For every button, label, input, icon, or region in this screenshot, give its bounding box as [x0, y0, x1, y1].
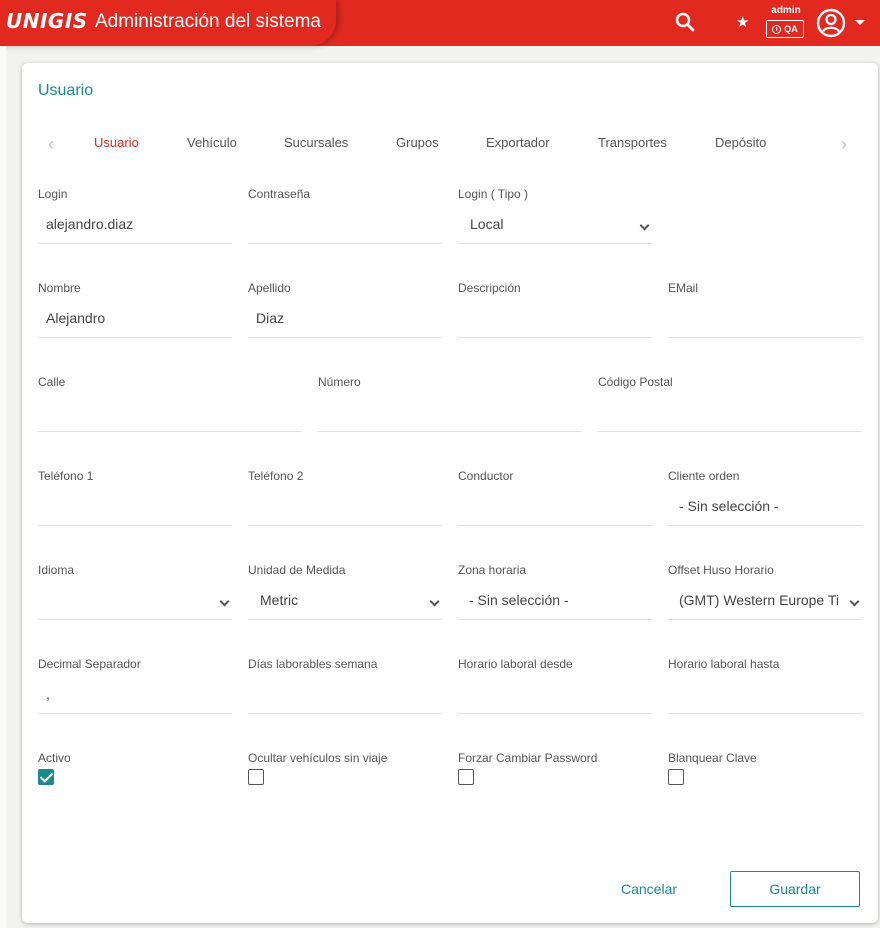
language-label: Idioma [38, 563, 75, 577]
phone2-label: Teléfono 2 [248, 469, 304, 483]
phone1-label: Teléfono 1 [38, 469, 94, 483]
app-title: Administración del sistema [95, 11, 321, 32]
tz-offset-value: (GMT) Western Europe Ti [679, 592, 839, 608]
tz-offset-select[interactable]: (GMT) Western Europe Ti [668, 584, 862, 620]
number-field[interactable] [318, 396, 582, 432]
reset-key-checkbox[interactable] [668, 769, 684, 785]
tab-transportes[interactable]: Transportes [598, 135, 667, 150]
search-icon[interactable] [674, 11, 696, 33]
save-button[interactable]: Guardar [730, 871, 860, 907]
description-field[interactable] [458, 302, 652, 338]
email-field[interactable] [668, 302, 862, 338]
info-icon: i [772, 24, 782, 34]
login-value: alejandro.diaz [46, 216, 134, 232]
login-field[interactable]: alejandro.diaz [38, 208, 232, 244]
timezone-value: - Sin selección - [469, 592, 569, 608]
description-label: Descripción [458, 281, 521, 295]
timezone-field[interactable]: - Sin selección - [458, 584, 652, 620]
cancel-button[interactable]: Cancelar [612, 872, 686, 906]
login-type-select[interactable]: Local [458, 208, 652, 244]
tabs-next-icon[interactable]: › [841, 134, 847, 155]
work-days-field[interactable] [248, 678, 442, 714]
top-bar: UNIGIS Administración del sistema ★ admi… [0, 0, 880, 46]
env-badge: i QA [766, 20, 804, 38]
tab-grupos[interactable]: Grupos [396, 135, 439, 150]
password-label: Contraseña [248, 187, 311, 201]
tab-sucursales[interactable]: Sucursales [284, 135, 348, 150]
hide-vehicles-label: Ocultar vehículos sin viaje [248, 751, 388, 765]
timezone-label: Zona horaria [458, 563, 527, 577]
title-tab: UNIGIS Administración del sistema [0, 0, 336, 46]
first-name-field[interactable]: Alejandro [38, 302, 232, 338]
client-order-value: - Sin selección - [679, 498, 779, 514]
chevron-down-icon [849, 596, 860, 607]
user-form-card: Usuario ‹ Usuario Vehículo Sucursales Gr… [22, 63, 878, 923]
unit-label: Unidad de Medida [248, 563, 346, 577]
unit-value: Metric [260, 592, 299, 608]
login-label: Login [38, 187, 68, 201]
postal-code-field[interactable] [598, 396, 862, 432]
login-type-label: Login ( Tipo ) [458, 187, 529, 201]
work-from-field[interactable] [458, 678, 652, 714]
first-name-value: Alejandro [46, 310, 106, 326]
last-name-value: Diaz [256, 310, 285, 326]
reset-key-label: Blanquear Clave [668, 751, 757, 765]
left-edge [0, 46, 6, 928]
language-select[interactable] [38, 584, 232, 620]
tab-usuario[interactable]: Usuario [94, 135, 139, 150]
login-type-value: Local [470, 216, 504, 232]
username: admin [771, 5, 801, 16]
force-password-checkbox[interactable] [458, 769, 474, 785]
chevron-down-icon [639, 220, 650, 231]
last-name-label: Apellido [248, 281, 291, 295]
driver-field[interactable] [458, 490, 652, 526]
chevron-down-icon [219, 596, 230, 607]
user-avatar-icon[interactable] [816, 8, 846, 38]
force-password-label: Forzar Cambiar Password [458, 751, 598, 765]
tabs-prev-icon[interactable]: ‹ [48, 134, 54, 155]
password-field[interactable] [248, 208, 442, 244]
star-icon[interactable]: ★ [736, 13, 749, 31]
tab-deposito[interactable]: Depósito [715, 135, 766, 150]
number-label: Número [318, 375, 361, 389]
unit-select[interactable]: Metric [248, 584, 442, 620]
tab-exportador[interactable]: Exportador [486, 135, 550, 150]
first-name-label: Nombre [38, 281, 81, 295]
work-to-field[interactable] [668, 678, 862, 714]
caret-down-icon[interactable] [855, 20, 865, 25]
chevron-down-icon [429, 596, 440, 607]
street-field[interactable] [38, 396, 302, 432]
client-order-field[interactable]: - Sin selección - [668, 490, 862, 526]
env-badge-label: QA [784, 24, 798, 34]
work-from-label: Horario laboral desde [458, 657, 573, 671]
decimal-sep-value: , [46, 686, 50, 702]
tz-offset-label: Offset Huso Horario [668, 563, 774, 577]
driver-label: Conductor [458, 469, 514, 483]
decimal-sep-label: Decimal Separador [38, 657, 141, 671]
hide-vehicles-checkbox[interactable] [248, 769, 264, 785]
last-name-field[interactable]: Diaz [248, 302, 442, 338]
brand-logo: UNIGIS [6, 9, 88, 33]
card-title: Usuario [38, 82, 94, 99]
phone2-field[interactable] [248, 490, 442, 526]
client-order-label: Cliente orden [668, 469, 740, 483]
tab-vehiculo[interactable]: Vehículo [187, 135, 237, 150]
phone1-field[interactable] [38, 490, 232, 526]
decimal-sep-field[interactable]: , [38, 678, 232, 714]
work-to-label: Horario laboral hasta [668, 657, 780, 671]
active-checkbox[interactable] [38, 769, 54, 785]
work-days-label: Días laborables semana [248, 657, 378, 671]
postal-code-label: Código Postal [598, 375, 673, 389]
active-label: Activo [38, 751, 71, 765]
street-label: Calle [38, 375, 66, 389]
email-label: EMail [668, 281, 699, 295]
